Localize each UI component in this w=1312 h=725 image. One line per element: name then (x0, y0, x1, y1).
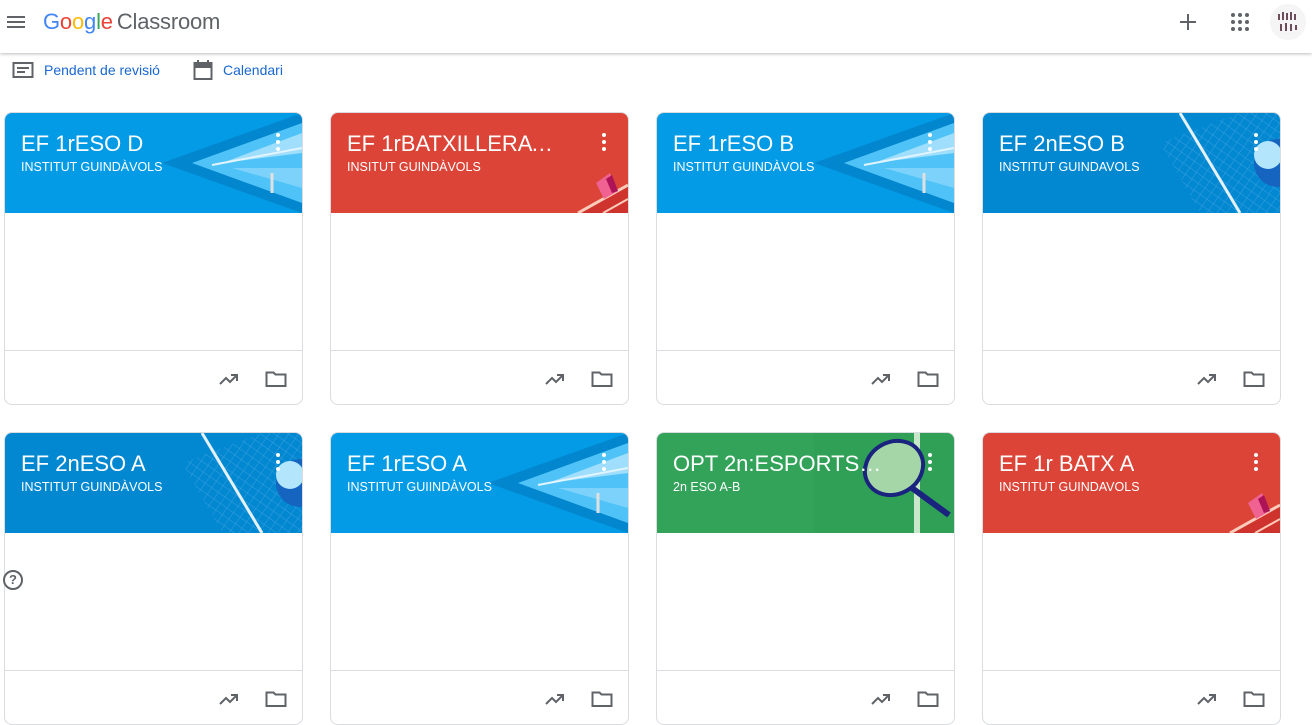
course-section[interactable]: INSITUT GUINDÀVOLS (347, 160, 481, 174)
shuttlecock-illustration-icon (1229, 493, 1280, 533)
course-card-footer (657, 350, 954, 404)
course-card-footer (5, 350, 302, 404)
more-options-icon[interactable] (594, 131, 614, 153)
pending-review-label: Pendent de revisió (44, 62, 160, 78)
logo-letter: o (59, 9, 72, 34)
volleyball-net-illustration-icon (182, 433, 302, 533)
volleyball-net-illustration-icon (1160, 113, 1280, 213)
course-card[interactable]: EF 1rESO A INSTITUT GUIINDÀVOLS (330, 432, 629, 725)
account-avatar[interactable] (1270, 4, 1306, 40)
apps-grid-icon (1231, 13, 1249, 31)
folder-icon[interactable] (264, 367, 288, 391)
course-card-header[interactable]: EF 2nESO A INSTITUT GUINDÀVOLS (5, 433, 302, 533)
course-card-header[interactable]: EF 1rBATXILLERAT B INSITUT GUINDÀVOLS (331, 113, 628, 213)
logo-letter: e (100, 9, 113, 34)
course-card[interactable]: EF 1rBATXILLERAT B INSITUT GUINDÀVOLS (330, 112, 629, 405)
course-section[interactable]: 2n ESO A-B (673, 480, 740, 494)
course-section[interactable]: INSTITUT GUINDÀVOLS (21, 160, 162, 174)
calendar-icon (193, 60, 213, 80)
course-card-footer (983, 670, 1280, 724)
course-card-footer (5, 670, 302, 724)
course-card-header[interactable]: EF 1rESO B INSTITUT GUINDÀVOLS (657, 113, 954, 213)
folder-icon[interactable] (1242, 687, 1266, 711)
logo-letter: G (43, 9, 60, 34)
more-options-icon[interactable] (268, 451, 288, 473)
trending-up-icon[interactable] (543, 687, 567, 711)
product-name: Classroom (116, 9, 221, 34)
course-title[interactable]: EF 1rESO B (673, 131, 794, 157)
tennis-racket-illustration-icon (814, 433, 954, 533)
trending-up-icon[interactable] (217, 687, 241, 711)
trending-up-icon[interactable] (1195, 687, 1219, 711)
course-card-footer (657, 670, 954, 724)
folder-icon[interactable] (1242, 367, 1266, 391)
course-card-footer (331, 350, 628, 404)
top-app-bar: Google Classroom (0, 0, 1312, 53)
course-card[interactable]: EF 1r BATX A INSTITUT GUINDAVOLS (982, 432, 1281, 725)
course-card[interactable]: EF 2nESO B INSTITUT GUINDAVOLS (982, 112, 1281, 405)
course-section[interactable]: INSTITUT GUINDAVOLS (999, 480, 1140, 494)
course-card-footer (331, 670, 628, 724)
pool-illustration-icon (488, 433, 628, 533)
add-class-button[interactable] (1176, 10, 1200, 34)
more-options-icon[interactable] (1246, 451, 1266, 473)
app-logo[interactable]: Google Classroom (43, 9, 220, 35)
avatar-image-icon (1270, 4, 1306, 40)
more-options-icon[interactable] (920, 451, 940, 473)
more-options-icon[interactable] (268, 131, 288, 153)
pending-review-link[interactable]: Pendent de revisió (12, 58, 160, 82)
course-card-header[interactable]: EF 2nESO B INSTITUT GUINDAVOLS (983, 113, 1280, 213)
more-options-icon[interactable] (594, 451, 614, 473)
trending-up-icon[interactable] (217, 367, 241, 391)
folder-icon[interactable] (264, 687, 288, 711)
course-card[interactable]: OPT 2n:ESPORTS DE ... 2n ESO A-B (656, 432, 955, 725)
help-button[interactable]: ? (3, 570, 23, 590)
pool-illustration-icon (814, 113, 954, 213)
trending-up-icon[interactable] (869, 367, 893, 391)
folder-icon[interactable] (590, 367, 614, 391)
plus-icon (1180, 14, 1196, 30)
calendar-link[interactable]: Calendari (193, 58, 283, 82)
course-title[interactable]: EF 1rESO D (21, 131, 143, 157)
folder-icon[interactable] (916, 367, 940, 391)
course-card[interactable]: EF 1rESO B INSTITUT GUINDÀVOLS (656, 112, 955, 405)
course-section[interactable]: INSTITUT GUINDÀVOLS (21, 480, 162, 494)
more-options-icon[interactable] (920, 131, 940, 153)
course-section[interactable]: INSTITUT GUIINDÀVOLS (347, 480, 492, 494)
trending-up-icon[interactable] (869, 687, 893, 711)
course-title[interactable]: EF 2nESO A (21, 451, 146, 477)
tray-icon (12, 62, 34, 78)
course-card-header[interactable]: EF 1rESO A INSTITUT GUIINDÀVOLS (331, 433, 628, 533)
trending-up-icon[interactable] (543, 367, 567, 391)
course-card-footer (983, 350, 1280, 404)
folder-icon[interactable] (590, 687, 614, 711)
course-title[interactable]: EF 2nESO B (999, 131, 1125, 157)
secondary-nav: Pendent de revisió Calendari (0, 58, 1312, 84)
course-title[interactable]: OPT 2n:ESPORTS DE ... (673, 451, 883, 477)
course-card-header[interactable]: OPT 2n:ESPORTS DE ... 2n ESO A-B (657, 433, 954, 533)
main-menu-icon[interactable] (4, 10, 28, 34)
course-card-header[interactable]: EF 1r BATX A INSTITUT GUINDAVOLS (983, 433, 1280, 533)
calendar-label: Calendari (223, 62, 283, 78)
trending-up-icon[interactable] (1195, 367, 1219, 391)
google-apps-button[interactable] (1228, 10, 1252, 34)
pool-illustration-icon (162, 113, 302, 213)
folder-icon[interactable] (916, 687, 940, 711)
logo-letter: o (71, 9, 85, 34)
logo-letter: g (84, 9, 97, 34)
course-title[interactable]: EF 1r BATX A (999, 451, 1134, 477)
course-card[interactable]: EF 2nESO A INSTITUT GUINDÀVOLS (4, 432, 303, 725)
course-card-header[interactable]: EF 1rESO D INSTITUT GUINDÀVOLS (5, 113, 302, 213)
course-title[interactable]: EF 1rBATXILLERAT B (347, 131, 557, 157)
course-section[interactable]: INSTITUT GUINDÀVOLS (673, 160, 814, 174)
shuttlecock-illustration-icon (577, 173, 628, 213)
more-options-icon[interactable] (1246, 131, 1266, 153)
course-card[interactable]: EF 1rESO D INSTITUT GUINDÀVOLS (4, 112, 303, 405)
course-section[interactable]: INSTITUT GUINDAVOLS (999, 160, 1140, 174)
course-title[interactable]: EF 1rESO A (347, 451, 467, 477)
